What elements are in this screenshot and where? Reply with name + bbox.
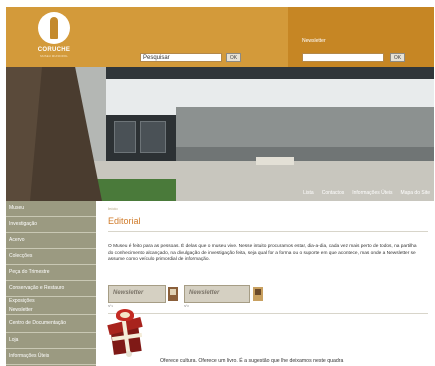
sidebar-item-exposicoes[interactable]: Exposições bbox=[6, 297, 96, 306]
hero-roof bbox=[106, 67, 434, 79]
gift-bow-center-icon bbox=[120, 312, 130, 318]
hero-top-links: Lista Contactos Informações Úteis Mapa d… bbox=[303, 190, 430, 196]
editorial-paragraph: O Museu é feito para as pessoas. É delas… bbox=[108, 244, 417, 263]
newsletter-1-caption: Nº1 bbox=[108, 304, 113, 308]
sidebar-item-investigacao[interactable]: Investigação bbox=[6, 217, 96, 233]
newsletter-1-cover-icon[interactable] bbox=[168, 287, 178, 301]
logo-subtitle: MUSEU MUNICIPAL bbox=[40, 54, 68, 58]
sidebar-item-informacoes-uteis[interactable]: Informações Úteis bbox=[6, 349, 96, 365]
link-contactos[interactable]: Contactos bbox=[322, 190, 345, 196]
hero-photo: Lista Contactos Informações Úteis Mapa d… bbox=[6, 67, 434, 201]
newsletter-email-input[interactable] bbox=[302, 53, 384, 62]
newsletter-1-link[interactable]: Newsletter bbox=[108, 285, 166, 303]
hero-bench bbox=[256, 157, 294, 165]
logo-name[interactable]: CORUCHE bbox=[30, 47, 78, 53]
divider bbox=[108, 313, 428, 314]
link-mapa-do-site[interactable]: Mapa do Site bbox=[401, 190, 430, 196]
sidebar-item-conservacao-e-restauro[interactable]: Conservação e Restauro bbox=[6, 281, 96, 297]
main-content: Início Editorial O Museu é feito para as… bbox=[96, 201, 434, 366]
newsletter-submit-button[interactable]: OK bbox=[390, 53, 405, 62]
hero-wall-band bbox=[176, 147, 434, 161]
hero-window bbox=[114, 121, 136, 153]
pearl-icon bbox=[126, 351, 132, 357]
sidebar-item-loja[interactable]: Loja bbox=[6, 333, 96, 349]
breadcrumb[interactable]: Início bbox=[108, 206, 118, 211]
newsletter-1-label: Newsletter bbox=[113, 290, 144, 296]
sidebar-item-centro-de-documentacao[interactable]: Centro de Documentação bbox=[6, 315, 96, 333]
search-input[interactable]: Pesquisar bbox=[140, 53, 222, 62]
sidebar-item-museu[interactable]: Museu bbox=[6, 201, 96, 217]
search-button[interactable]: OK bbox=[226, 53, 241, 62]
gift-promo-text: Oferece cultura. Oferece um livro. É a s… bbox=[160, 358, 344, 364]
newsletter-label: Newsletter bbox=[302, 38, 326, 44]
sidebar-item-peca-do-trimestre[interactable]: Peça do Trimestre bbox=[6, 265, 96, 281]
newsletter-2-caption: Nº2 bbox=[184, 304, 189, 308]
newsletter-2-label: Newsletter bbox=[189, 290, 220, 296]
sidebar-item-coleccoes[interactable]: Colecções bbox=[6, 249, 96, 265]
sidebar-item-newsletter[interactable]: Newsletter bbox=[6, 306, 96, 315]
sidebar-item-acervo[interactable]: Acervo bbox=[6, 233, 96, 249]
link-lista[interactable]: Lista bbox=[303, 190, 314, 196]
link-informacoes-uteis[interactable]: Informações Úteis bbox=[352, 190, 392, 196]
site-header: CORUCHE MUSEU MUNICIPAL Pesquisar OK New… bbox=[6, 7, 434, 67]
divider bbox=[108, 231, 428, 232]
page-frame: CORUCHE MUSEU MUNICIPAL Pesquisar OK New… bbox=[6, 7, 434, 366]
statue-icon bbox=[50, 17, 58, 39]
newsletter-2-link[interactable]: Newsletter bbox=[184, 285, 250, 303]
hero-window bbox=[140, 121, 166, 153]
sidebar-nav: Museu Investigação Acervo Colecções Peça… bbox=[6, 201, 96, 366]
page-title: Editorial bbox=[108, 216, 141, 226]
newsletter-2-cover-icon[interactable] bbox=[253, 287, 263, 301]
